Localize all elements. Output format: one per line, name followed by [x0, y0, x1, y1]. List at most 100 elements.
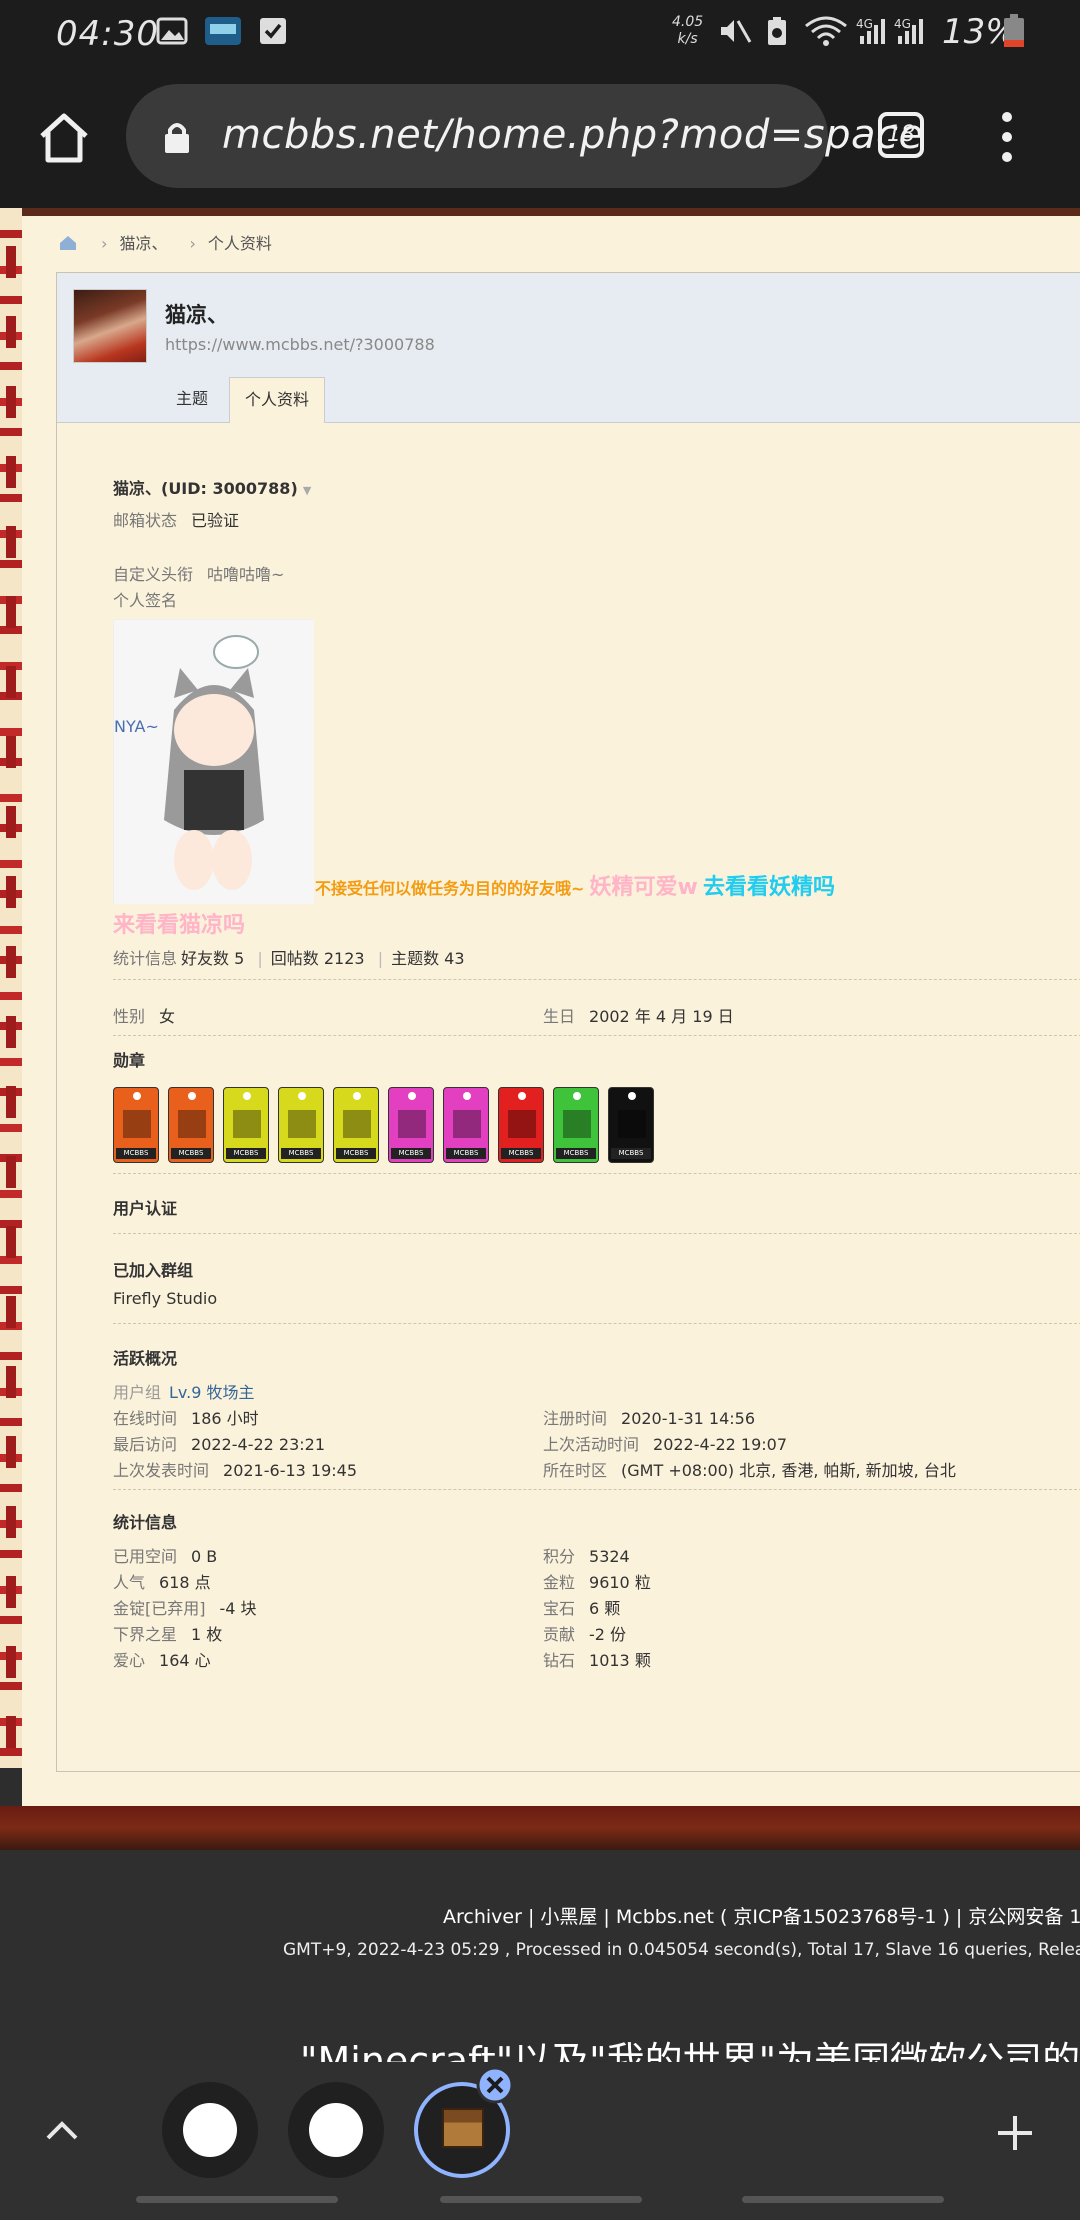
- custom-title-value: 咕噜咕噜~: [207, 565, 285, 584]
- home-icon[interactable]: [36, 110, 92, 166]
- signature-cyan-link[interactable]: 去看看妖精吗: [703, 875, 835, 900]
- online-row: 在线时间 186 小时: [113, 1405, 259, 1429]
- browser-bottom-bar: [0, 2062, 1080, 2220]
- divider: |: [377, 949, 384, 968]
- battery-icon: [1004, 14, 1024, 47]
- signature-second-line: 来看看猫凉吗: [113, 907, 245, 939]
- gem-row: 宝石 6 颗: [543, 1595, 620, 1619]
- email-row: 邮箱状态 已验证: [113, 507, 239, 531]
- lastpost-value: 2021-6-13 19:45: [223, 1461, 358, 1480]
- threads-count[interactable]: 主题数 43: [391, 949, 464, 968]
- activity-heading: 活跃概况: [113, 1349, 178, 1368]
- nav-gesture-bar: [742, 2196, 944, 2203]
- pop-label: 人气: [113, 1573, 146, 1592]
- lastpost-label: 上次发表时间: [113, 1461, 210, 1480]
- usergroup-label: 用户组: [113, 1383, 162, 1402]
- caret-down-icon[interactable]: ▼: [303, 484, 311, 497]
- nav-gesture-bar: [440, 2196, 642, 2203]
- signature-pink2-link[interactable]: 来看看猫凉吗: [113, 913, 245, 938]
- group-link[interactable]: Firefly Studio: [113, 1289, 217, 1308]
- contrib-label: 贡献: [543, 1625, 576, 1644]
- breadcrumb-user[interactable]: 猫凉、: [120, 234, 168, 253]
- screen: 04:30 4.05 k/s 4G 4G 13% mcbbs.net/home.ph…: [0, 0, 1080, 2220]
- divider: [113, 1323, 1080, 1324]
- signature-pink-link[interactable]: 妖精可爱w: [590, 875, 698, 900]
- medal-bush-icon[interactable]: MCBBS: [113, 1087, 159, 1163]
- tab-profile[interactable]: 个人资料: [229, 377, 325, 423]
- avatar[interactable]: [73, 289, 147, 363]
- mute-icon: [721, 20, 752, 43]
- footer-stats: GMT+9, 2022-4-23 05:29 , Processed in 0.…: [283, 1940, 1080, 1960]
- home-breadcrumb-icon[interactable]: [58, 235, 78, 251]
- usergroup-row: 用户组 Lv.9 牧场主: [113, 1379, 255, 1403]
- medal-window-icon[interactable]: MCBBS: [498, 1087, 544, 1163]
- online-label: 在线时间: [113, 1409, 178, 1428]
- stats-label: 统计信息: [113, 949, 178, 968]
- grass-block-icon: [563, 1110, 591, 1138]
- medal-tag: MCBBS: [611, 1148, 651, 1159]
- nugget-value: 9610 粒: [589, 1573, 651, 1592]
- medal-grass-block-icon[interactable]: MCBBS: [553, 1087, 599, 1163]
- profile-url[interactable]: https://www.mcbbs.net/?3000788: [165, 335, 435, 354]
- tab-threads[interactable]: 主题: [157, 377, 227, 423]
- profile-box: 猫凉、 https://www.mcbbs.net/?3000788 主题 个人…: [56, 272, 1080, 1772]
- custom-title-label: 自定义头衔: [113, 565, 194, 584]
- medal-tag: MCBBS: [501, 1148, 541, 1159]
- tab-switcher-button[interactable]: 18: [878, 112, 924, 158]
- battery-saver-icon: [768, 17, 786, 45]
- signature-image: NYA~: [113, 619, 314, 904]
- lock-icon: [165, 123, 189, 153]
- svg-text:NYA~: NYA~: [114, 717, 159, 736]
- groups-heading: 已加入群组: [113, 1261, 194, 1280]
- medal-ore-icon[interactable]: MCBBS: [608, 1087, 654, 1163]
- ingot-value: -4 块: [219, 1599, 257, 1618]
- tz-row: 所在时区 (GMT +08:00) 北京, 香港, 帕斯, 新加坡, 台北: [543, 1457, 956, 1481]
- medals-heading: 勋章: [113, 1051, 146, 1070]
- lastactive-row: 上次活动时间 2022-4-22 19:07: [543, 1431, 787, 1455]
- footer-links[interactable]: Archiver | 小黑屋 | Mcbbs.net ( 京ICP备150237…: [443, 1902, 1080, 1929]
- tab-thumbnail[interactable]: [162, 2082, 258, 2178]
- space-label: 已用空间: [113, 1547, 178, 1566]
- close-tab-icon[interactable]: [476, 2066, 514, 2104]
- medal-tag: MCBBS: [336, 1148, 376, 1159]
- medal-red-apple-icon[interactable]: MCBBS: [443, 1087, 489, 1163]
- nav-gesture-bar: [136, 2196, 338, 2203]
- birthday-row: 生日 2002 年 4 月 19 日: [543, 1003, 734, 1027]
- usergroup-link[interactable]: Lv.9 牧场主: [169, 1383, 255, 1402]
- email-label: 邮箱状态: [113, 511, 178, 530]
- nether-label: 下界之星: [113, 1625, 178, 1644]
- stats-row: 统计信息 好友数 5 | 回帖数 2123 | 主题数 43: [113, 945, 465, 969]
- overflow-menu-icon[interactable]: [992, 112, 1022, 164]
- nugget-row: 金粒 9610 粒: [543, 1569, 651, 1593]
- site-footer: Archiver | 小黑屋 | Mcbbs.net ( 京ICP备150237…: [0, 1850, 1080, 2062]
- diamond-label: 钻石: [543, 1651, 576, 1670]
- bush-icon: [123, 1110, 151, 1138]
- lastpost-row: 上次发表时间 2021-6-13 19:45: [113, 1457, 357, 1481]
- lastvisit-value: 2022-4-22 23:21: [191, 1435, 326, 1454]
- breadcrumb-profile[interactable]: 个人资料: [208, 234, 272, 253]
- signature-label-text: 个人签名: [113, 591, 178, 610]
- gender-row: 性别女: [113, 1003, 175, 1027]
- nether-value: 1 枚: [191, 1625, 223, 1644]
- chevron-up-icon[interactable]: [42, 2110, 82, 2150]
- profile-name: 猫凉、: [165, 303, 228, 327]
- medal-pickaxe-icon[interactable]: MCBBS: [333, 1087, 379, 1163]
- medal-tree-icon[interactable]: MCBBS: [168, 1087, 214, 1163]
- app-notification-icon: [205, 17, 241, 45]
- status-bar: 04:30 4.05 k/s 4G 4G 13%: [0, 0, 1080, 66]
- pickaxe-icon: [233, 1110, 261, 1138]
- medal-pickaxe-icon[interactable]: MCBBS: [223, 1087, 269, 1163]
- replies-count[interactable]: 回帖数 2123: [271, 949, 365, 968]
- lastvisit-label: 最后访问: [113, 1435, 178, 1454]
- tab-thumbnail[interactable]: [288, 2082, 384, 2178]
- checkbox-notification-icon: [260, 18, 286, 44]
- address-bar[interactable]: mcbbs.net/home.php?mod=space: [126, 84, 923, 188]
- status-time: 04:30: [56, 14, 159, 54]
- birthday-label: 生日: [543, 1007, 576, 1026]
- medal-pickaxe-icon[interactable]: MCBBS: [278, 1087, 324, 1163]
- new-tab-icon[interactable]: [996, 2114, 1034, 2152]
- space-row: 已用空间 0 B: [113, 1543, 217, 1567]
- medal-green-apple-icon[interactable]: MCBBS: [388, 1087, 434, 1163]
- friends-count[interactable]: 好友数 5: [181, 949, 244, 968]
- gallery-icon: [156, 17, 188, 45]
